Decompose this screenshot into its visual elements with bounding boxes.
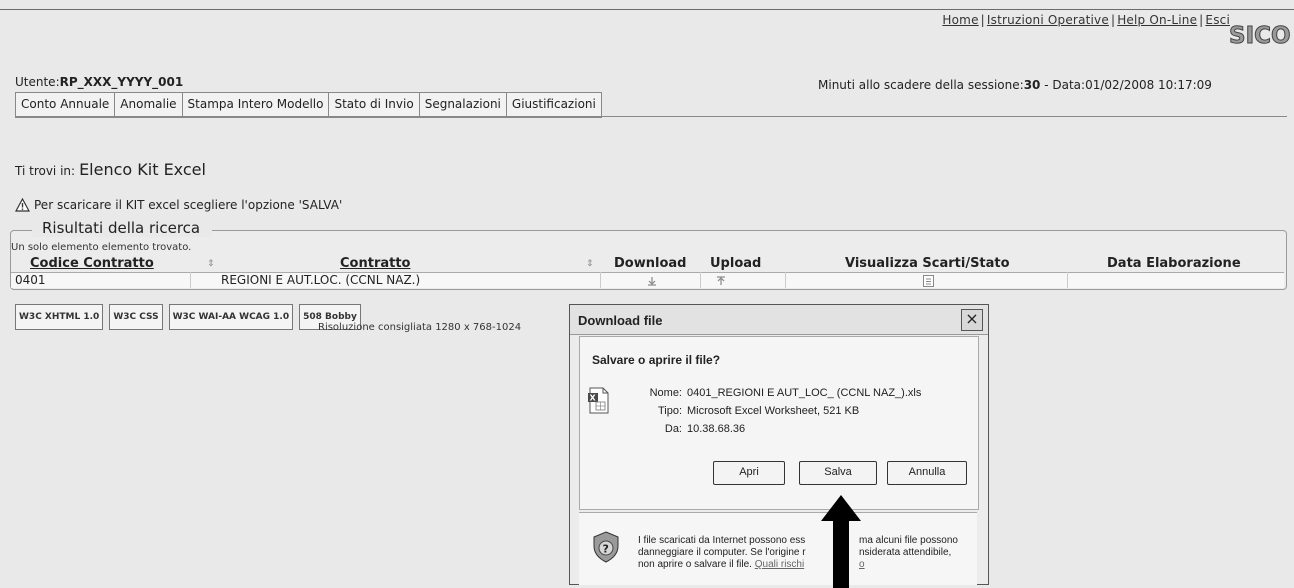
cell-border bbox=[600, 272, 601, 288]
sort-icon[interactable]: ⇕ bbox=[207, 259, 215, 269]
sico-logo: SICO bbox=[1224, 19, 1294, 50]
type-label: Tipo: bbox=[657, 405, 682, 417]
session-label: Minuti allo scadere della sessione: bbox=[818, 78, 1024, 92]
name-value: 0401_REGIONI E AUT_LOC_ (CCNL NAZ_).xls bbox=[687, 387, 922, 399]
nav-segnalazioni[interactable]: Segnalazioni bbox=[420, 93, 507, 116]
main-nav: Conto Annuale Anomalie Stampa Intero Mod… bbox=[15, 92, 602, 118]
page-title: Elenco Kit Excel bbox=[79, 160, 206, 179]
warning-line-3: non aprire o salvare il file. Quali risc… bbox=[638, 559, 805, 570]
svg-text:X: X bbox=[590, 394, 597, 403]
svg-text:?: ? bbox=[603, 543, 609, 556]
top-divider bbox=[0, 9, 1294, 10]
nav-stampa-intero-modello[interactable]: Stampa Intero Modello bbox=[183, 93, 330, 116]
open-button[interactable]: Apri bbox=[713, 461, 785, 485]
type-value: Microsoft Excel Worksheet, 521 KB bbox=[687, 405, 860, 417]
sort-icon[interactable]: ⇕ bbox=[586, 259, 594, 269]
date-value: 01/02/2008 10:17:09 bbox=[1085, 78, 1212, 92]
warning-line-1b: ma alcuni file possono bbox=[859, 535, 958, 546]
session-minutes: 30 bbox=[1023, 78, 1041, 92]
nav-anomalie[interactable]: Anomalie bbox=[115, 93, 183, 116]
save-button[interactable]: Salva bbox=[799, 461, 877, 485]
dialog-question: Salvare o aprire il file? bbox=[592, 353, 721, 367]
nav-conto-annuale[interactable]: Conto Annuale bbox=[16, 93, 116, 116]
close-icon[interactable]: × bbox=[961, 309, 983, 331]
view-status-icon[interactable] bbox=[923, 275, 934, 287]
breadcrumb-prefix: Ti trovi in: bbox=[15, 164, 76, 178]
breadcrumb: Ti trovi in: Elenco Kit Excel bbox=[15, 160, 206, 179]
col-data-elaborazione: Data Elaborazione bbox=[1107, 256, 1241, 271]
nav-stato-di-invio[interactable]: Stato di Invio bbox=[329, 93, 420, 116]
resolution-note: Risoluzione consigliata 1280 x 768-1024 bbox=[318, 322, 522, 333]
cell-contratto: REGIONI E AUT.LOC. (CCNL NAZ.) bbox=[221, 273, 421, 287]
warning-line-2: danneggiare il computer. Se l'origine r bbox=[638, 547, 806, 558]
w3c-xhtml-badge[interactable]: W3C XHTML 1.0 bbox=[15, 304, 104, 330]
col-contratto[interactable]: Contratto bbox=[340, 256, 410, 271]
istruzioni-link[interactable]: Istruzioni Operative bbox=[987, 13, 1109, 27]
nav-giustificazioni[interactable]: Giustificazioni bbox=[507, 93, 602, 116]
notice: Per scaricare il KIT excel scegliere l'o… bbox=[15, 198, 342, 212]
col-codice-contratto[interactable]: Codice Contratto bbox=[30, 256, 154, 271]
dialog-titlebar[interactable]: Download file bbox=[570, 305, 988, 335]
download-dialog: Download file × Salvare o aprire il file… bbox=[569, 304, 989, 588]
user-label: Utente: bbox=[15, 75, 60, 89]
cell-border bbox=[700, 272, 701, 288]
w3c-css-badge[interactable]: W3C CSS bbox=[109, 304, 163, 330]
standards-badges: W3C XHTML 1.0 W3C CSS W3C WAI-AA WCAG 1.… bbox=[15, 304, 361, 330]
col-upload: Upload bbox=[710, 256, 762, 271]
col-visualizza-scarti: Visualizza Scarti/Stato bbox=[845, 256, 1010, 271]
name-label: Nome: bbox=[649, 387, 682, 399]
shield-icon: ? bbox=[593, 531, 619, 563]
results-count: Un solo elemento elemento trovato. bbox=[11, 242, 192, 253]
risks-link[interactable]: Quali rischi bbox=[755, 559, 804, 570]
from-label: Da: bbox=[664, 423, 682, 435]
row-divider bbox=[11, 272, 1284, 273]
results-legend: Risultati della ricerca bbox=[32, 219, 213, 237]
cell-border bbox=[1067, 272, 1068, 288]
w3c-wai-badge[interactable]: W3C WAI-AA WCAG 1.0 bbox=[168, 304, 294, 330]
session-info: Minuti allo scadere della sessione:30 - … bbox=[818, 78, 1212, 92]
warning-icon bbox=[15, 198, 30, 212]
help-link[interactable]: Help On-Line bbox=[1117, 13, 1197, 27]
from-value: 10.38.68.36 bbox=[687, 423, 746, 435]
user-info: Utente:RP_XXX_YYYY_001 bbox=[15, 75, 183, 89]
notice-text: Per scaricare il KIT excel scegliere l'o… bbox=[34, 198, 343, 212]
col-download: Download bbox=[614, 256, 687, 271]
cell-border bbox=[785, 272, 786, 288]
upload-icon[interactable] bbox=[716, 276, 726, 286]
cell-codice: 0401 bbox=[15, 273, 46, 287]
excel-file-icon: X bbox=[588, 387, 609, 414]
arrow-up-icon bbox=[821, 495, 861, 588]
download-icon[interactable] bbox=[647, 276, 657, 286]
cell-border bbox=[190, 272, 191, 288]
date-label: - Data: bbox=[1044, 78, 1086, 92]
nav-divider bbox=[15, 116, 1287, 117]
user-value: RP_XXX_YYYY_001 bbox=[59, 75, 184, 89]
warning-line-2b: nsiderata attendibile, bbox=[859, 547, 952, 558]
svg-text:SICO: SICO bbox=[1229, 23, 1291, 49]
top-links: Home | Istruzioni Operative | Help On-Line | E… bbox=[942, 13, 1230, 27]
warning-line-1: I file scaricati da Internet possono ess bbox=[638, 535, 806, 546]
dialog-title: Download file bbox=[578, 313, 663, 328]
cancel-button[interactable]: Annulla bbox=[887, 461, 967, 485]
home-link[interactable]: Home bbox=[942, 13, 978, 27]
